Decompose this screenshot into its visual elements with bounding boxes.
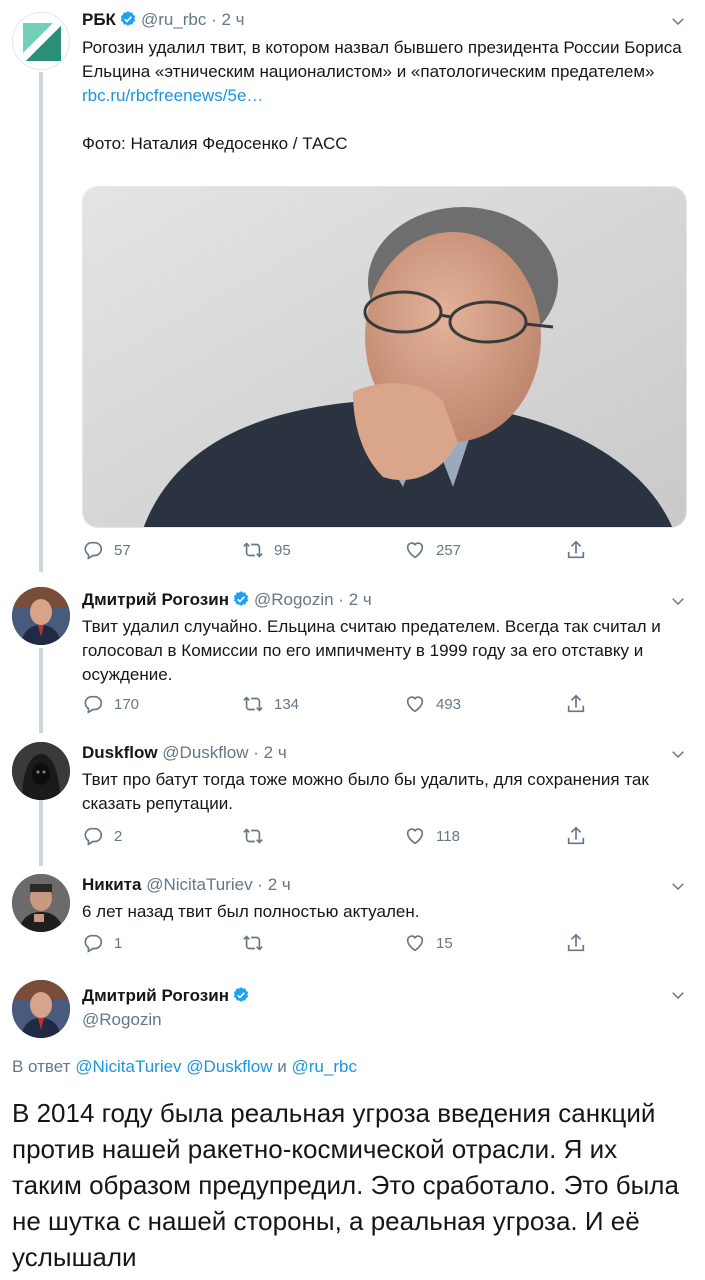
tweet-header: Duskflow @Duskflow · 2 ч xyxy=(82,743,287,762)
retweet-button[interactable] xyxy=(242,825,274,847)
heart-icon xyxy=(404,932,426,954)
tweet-duskflow[interactable]: Duskflow @Duskflow · 2 ч Твит про батут … xyxy=(0,730,705,860)
heart-icon xyxy=(404,825,426,847)
retweet-button[interactable]: 95 xyxy=(242,539,291,561)
verified-icon xyxy=(232,590,250,608)
reply-to-line: В ответ @NicitaTuriev @Duskflow и @ru_rb… xyxy=(12,1057,357,1076)
author-handle[interactable]: @Duskflow xyxy=(162,743,248,762)
share-icon xyxy=(565,825,587,847)
tweet-text: Рогозин удалил твит, в котором назвал бы… xyxy=(82,36,687,156)
tweet-time[interactable]: 2 ч xyxy=(222,10,245,29)
avatar[interactable] xyxy=(12,980,70,1038)
retweet-button[interactable]: 134 xyxy=(242,693,299,715)
share-button[interactable] xyxy=(565,539,587,561)
person-avatar-icon xyxy=(12,587,70,645)
chevron-down-icon[interactable] xyxy=(669,877,687,895)
tweet-link[interactable]: rbc.ru/rbcfreenews/5e… xyxy=(82,84,687,108)
share-button[interactable] xyxy=(565,825,587,847)
tweet-actions: 1 15 xyxy=(82,932,602,958)
tweet-actions: 170 134 493 xyxy=(82,693,602,719)
tweet-nikita[interactable]: Никита @NicitaTuriev · 2 ч 6 лет назад т… xyxy=(0,862,705,970)
tweet-text: Твит про батут тогда тоже можно было бы … xyxy=(82,770,649,813)
reply-icon xyxy=(82,932,104,954)
author-name[interactable]: Duskflow xyxy=(82,743,158,762)
retweet-icon xyxy=(242,693,264,715)
heart-icon xyxy=(404,539,426,561)
tweet-header: Дмитрий Рогозин @Rogozin · 2 ч xyxy=(82,590,372,609)
retweet-icon xyxy=(242,825,264,847)
like-button[interactable]: 15 xyxy=(404,932,453,954)
heart-icon xyxy=(404,693,426,715)
like-button[interactable]: 257 xyxy=(404,539,461,561)
share-icon xyxy=(565,932,587,954)
author-handle[interactable]: @Rogozin xyxy=(82,1010,162,1029)
reply-icon xyxy=(82,825,104,847)
tweet-actions: 2 118 xyxy=(82,825,602,851)
avatar[interactable] xyxy=(12,874,70,932)
share-icon xyxy=(565,693,587,715)
tweet-time[interactable]: 2 ч xyxy=(264,743,287,762)
chevron-down-icon[interactable] xyxy=(669,986,687,1004)
author-handle[interactable]: @Rogozin xyxy=(254,590,334,609)
retweet-icon xyxy=(242,539,264,561)
chevron-down-icon[interactable] xyxy=(669,12,687,30)
hooded-figure-avatar-icon xyxy=(12,742,70,800)
tweet-time[interactable]: 2 ч xyxy=(349,590,372,609)
like-button[interactable]: 493 xyxy=(404,693,461,715)
reply-mention[interactable]: @ru_rbc xyxy=(292,1057,357,1076)
verified-icon xyxy=(232,986,250,1004)
reply-icon xyxy=(82,693,104,715)
author-handle[interactable]: @ru_rbc xyxy=(141,10,206,29)
reply-button[interactable]: 2 xyxy=(82,825,122,847)
person-avatar-icon xyxy=(12,874,70,932)
chevron-down-icon[interactable] xyxy=(669,745,687,763)
chevron-down-icon[interactable] xyxy=(669,592,687,610)
share-button[interactable] xyxy=(565,693,587,715)
reply-mention[interactable]: @NicitaTuriev xyxy=(75,1057,181,1076)
tweet-time[interactable]: 2 ч xyxy=(268,875,291,894)
author-handle[interactable]: @NicitaTuriev xyxy=(146,875,252,894)
author-name[interactable]: РБК xyxy=(82,10,116,29)
author-name[interactable]: Дмитрий Рогозин xyxy=(82,590,229,609)
rbc-logo-icon xyxy=(21,21,63,63)
reply-button[interactable]: 170 xyxy=(82,693,139,715)
tweet-photo[interactable] xyxy=(82,186,687,528)
retweet-button[interactable] xyxy=(242,932,274,954)
avatar[interactable] xyxy=(12,12,70,70)
avatar[interactable] xyxy=(12,587,70,645)
tweet-text: Твит удалил случайно. Ельцина считаю пре… xyxy=(82,617,661,684)
tweet-header: РБК @ru_rbc · 2 ч xyxy=(82,10,245,29)
avatar[interactable] xyxy=(12,742,70,800)
person-avatar-icon xyxy=(12,980,70,1038)
photo-image xyxy=(83,187,686,527)
main-tweet-text: В 2014 году была реальная угроза введени… xyxy=(12,1098,679,1272)
tweet-header: Никита @NicitaTuriev · 2 ч xyxy=(82,875,291,894)
tweet-text: 6 лет назад твит был полностью актуален. xyxy=(82,902,420,921)
reply-button[interactable]: 57 xyxy=(82,539,131,561)
share-icon xyxy=(565,539,587,561)
reply-icon xyxy=(82,539,104,561)
reply-mention[interactable]: @Duskflow xyxy=(186,1057,272,1076)
tweet-header: Дмитрий Рогозин xyxy=(82,986,254,1006)
tweet-rogozin-reply[interactable]: Дмитрий Рогозин @Rogozin · 2 ч Твит удали… xyxy=(0,575,705,725)
retweet-icon xyxy=(242,932,264,954)
tweet-rbc[interactable]: РБК @ru_rbc · 2 ч Рогозин удалил твит, в … xyxy=(0,0,705,575)
verified-icon xyxy=(119,10,137,28)
author-name[interactable]: Дмитрий Рогозин xyxy=(82,986,229,1005)
author-handle-line: @Rogozin xyxy=(82,1010,162,1030)
author-name[interactable]: Никита xyxy=(82,875,141,894)
reply-button[interactable]: 1 xyxy=(82,932,122,954)
photo-caption: Фото: Наталия Федосенко / ТАСС xyxy=(82,134,348,153)
tweet-actions: 57 95 257 xyxy=(82,539,602,565)
like-button[interactable]: 118 xyxy=(404,825,460,847)
share-button[interactable] xyxy=(565,932,587,954)
